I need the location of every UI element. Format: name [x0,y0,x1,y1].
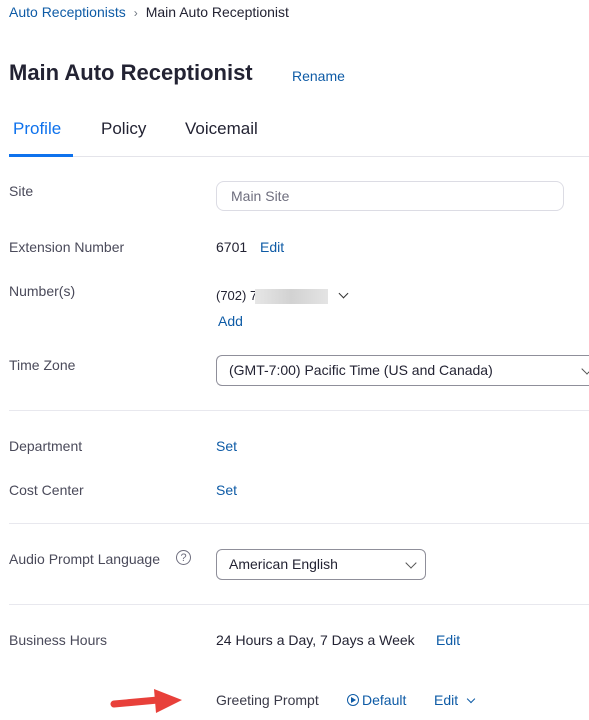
page-title: Main Auto Receptionist [9,60,253,85]
add-number-link[interactable]: Add [218,313,243,329]
greeting-prompt-play-default[interactable]: Default [347,692,406,708]
department-label: Department [9,438,83,454]
rename-link[interactable]: Rename [292,68,345,84]
greeting-prompt-edit-label: Edit [434,692,459,708]
tab-profile[interactable]: Profile [13,119,61,139]
chevron-down-icon [466,694,476,704]
tab-policy[interactable]: Policy [101,119,146,139]
business-hours-label: Business Hours [9,632,108,648]
site-input[interactable]: Main Site [216,181,564,211]
department-set-link[interactable]: Set [216,438,237,454]
business-hours-edit-link[interactable]: Edit [436,632,460,648]
audio-prompt-language-label: Audio Prompt Language [9,551,160,567]
redacted-number [255,289,328,304]
active-tab-indicator [9,154,73,157]
time-zone-select[interactable]: (GMT-7:00) Pacific Time (US and Canada) [216,355,589,386]
greeting-prompt-edit-dropdown[interactable]: Edit [434,692,476,708]
annotation-arrow-icon [110,689,182,713]
cost-center-set-link[interactable]: Set [216,482,237,498]
section-divider [9,410,589,411]
time-zone-chevron-down-icon [581,363,589,375]
audio-prompt-language-select[interactable]: American English [216,549,426,580]
tabs-divider [9,156,589,157]
extension-number-label: Extension Number [9,239,125,255]
tab-voicemail[interactable]: Voicemail [185,119,258,139]
numbers-label: Number(s) [9,283,76,299]
greeting-prompt-value: Default [362,692,407,708]
cost-center-label: Cost Center [9,482,84,498]
breadcrumb-parent-link[interactable]: Auto Receptionists [9,4,126,20]
breadcrumb-current: Main Auto Receptionist [145,4,289,20]
play-icon [347,694,359,706]
site-label: Site [9,183,34,199]
phone-number-value: (702) 7 [216,288,258,303]
time-zone-value: (GMT-7:00) Pacific Time (US and Canada) [229,362,493,378]
audio-language-chevron-down-icon [405,557,417,569]
time-zone-label: Time Zone [9,357,76,373]
breadcrumb: Auto Receptionists › Main Auto Receptionis… [9,4,289,20]
business-hours-value: 24 Hours a Day, 7 Days a Week [216,632,415,648]
section-divider [9,604,589,605]
help-icon[interactable]: ? [176,550,191,565]
breadcrumb-chevron-icon: › [133,6,138,20]
greeting-prompt-label: Greeting Prompt [216,692,319,708]
number-dropdown-chevron-icon[interactable] [338,288,349,299]
extension-number-value: 6701 [216,239,248,255]
extension-edit-link[interactable]: Edit [260,239,284,255]
section-divider [9,523,589,524]
audio-prompt-language-value: American English [229,556,338,572]
